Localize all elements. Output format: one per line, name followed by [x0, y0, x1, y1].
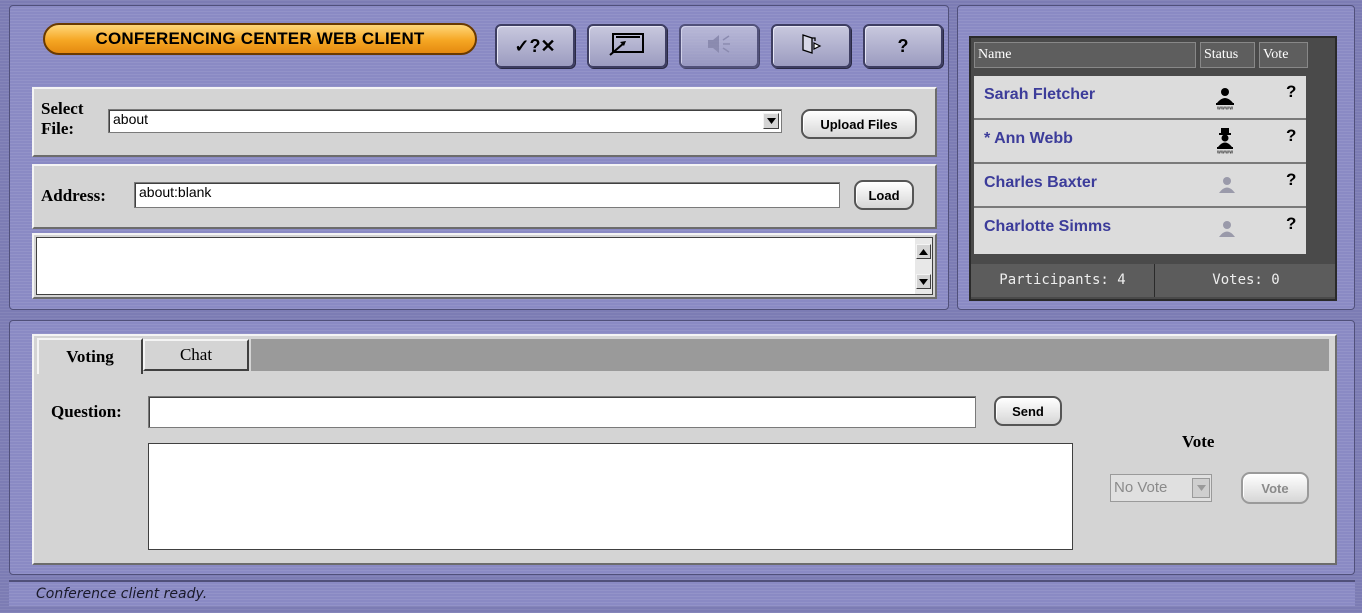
question-log[interactable] [148, 443, 1073, 550]
participants-header: Name Status Vote [974, 42, 1334, 70]
upload-files-button[interactable]: Upload Files [801, 109, 917, 139]
question-label: Question: [51, 402, 122, 421]
vote-tools-button[interactable]: ✓?✕ [495, 24, 575, 68]
help-label: ? [897, 35, 909, 56]
tab-voting[interactable]: Voting [37, 338, 143, 374]
participant-vote: ? [1286, 82, 1297, 101]
address-label: Address: [41, 186, 106, 205]
participant-vote: ? [1286, 214, 1297, 233]
address-input[interactable]: about:blank [134, 182, 840, 208]
speaker-icon [704, 32, 734, 61]
audio-button[interactable] [679, 24, 759, 68]
load-button[interactable]: Load [854, 180, 914, 210]
vote-heading: Vote [1182, 432, 1215, 451]
participant-name: Sarah Fletcher [984, 86, 1096, 103]
file-label: Select File: [41, 99, 84, 138]
participant-name: Charles Baxter [984, 174, 1097, 191]
votes-count: Votes: 0 [1212, 272, 1280, 288]
participant-name: * Ann Webb [984, 130, 1073, 147]
participant-name: Charlotte Simms [984, 218, 1112, 235]
status-bar: Conference client ready. [9, 580, 1355, 606]
file-select-value: about [113, 111, 149, 127]
send-button[interactable]: Send [994, 396, 1062, 426]
svg-text:wwww: wwww [1217, 150, 1233, 155]
participant-row[interactable]: Charles Baxter ? [974, 164, 1306, 208]
user-hat-icon: wwww [1214, 86, 1236, 115]
chevron-down-icon[interactable] [763, 113, 779, 129]
vote-button[interactable]: Vote [1241, 472, 1309, 504]
participant-vote: ? [1286, 126, 1297, 145]
tab-strip [251, 339, 1329, 371]
vote-select[interactable]: No Vote [1110, 474, 1212, 502]
svg-text:wwww: wwww [1217, 106, 1233, 111]
header-status: Status [1200, 42, 1255, 68]
participant-row[interactable]: Sarah Fletcher wwww ? [974, 76, 1306, 120]
exit-door-icon [798, 32, 824, 61]
app-title: CONFERENCING CENTER WEB CLIENT [95, 29, 425, 48]
chevron-down-icon[interactable] [1192, 478, 1210, 498]
file-select[interactable]: about [108, 109, 782, 133]
user-icon [1218, 176, 1236, 199]
user-tophat-icon: wwww [1214, 128, 1236, 159]
participants-count: Participants: 4 [971, 264, 1155, 297]
participant-row[interactable]: Charlotte Simms ? [974, 208, 1306, 250]
tab-chat-label: Chat [179, 345, 213, 364]
file-select-panel: Select File: about Upload Files [32, 87, 937, 157]
help-button[interactable]: ? [863, 24, 943, 68]
pointer-screen-icon [607, 31, 647, 62]
header-name: Name [974, 42, 1196, 68]
header-vote: Vote [1259, 42, 1308, 68]
status-text: Conference client ready. [36, 586, 208, 602]
scroll-down-icon[interactable] [916, 274, 931, 289]
address-panel: Address: about:blank Load [32, 164, 937, 229]
content-area-frame [32, 233, 937, 299]
content-area[interactable] [36, 237, 933, 295]
scrollbar[interactable] [915, 238, 932, 294]
user-icon [1218, 220, 1236, 243]
tab-voting-label: Voting [66, 347, 114, 366]
question-input[interactable] [148, 396, 976, 428]
vote-select-value: No Vote [1114, 479, 1168, 496]
whiteboard-button[interactable] [587, 24, 667, 68]
participants-rows: Sarah Fletcher wwww ? * Ann Webb wwww ? … [974, 76, 1306, 254]
participants-footer: Participants: 4 Votes: 0 [971, 264, 1335, 297]
tab-chat[interactable]: Chat [143, 339, 249, 371]
scroll-up-icon[interactable] [916, 244, 931, 259]
app-title-badge: CONFERENCING CENTER WEB CLIENT [43, 23, 477, 55]
voting-area: Voting Chat Question: Send Vote No Vote … [32, 334, 1337, 565]
participants-list: Name Status Vote Sarah Fletcher wwww ? *… [969, 36, 1337, 301]
exit-button[interactable] [771, 24, 851, 68]
participant-row[interactable]: * Ann Webb wwww ? [974, 120, 1306, 164]
vote-tools-label: ✓?✕ [514, 35, 556, 56]
participant-vote: ? [1286, 170, 1297, 189]
